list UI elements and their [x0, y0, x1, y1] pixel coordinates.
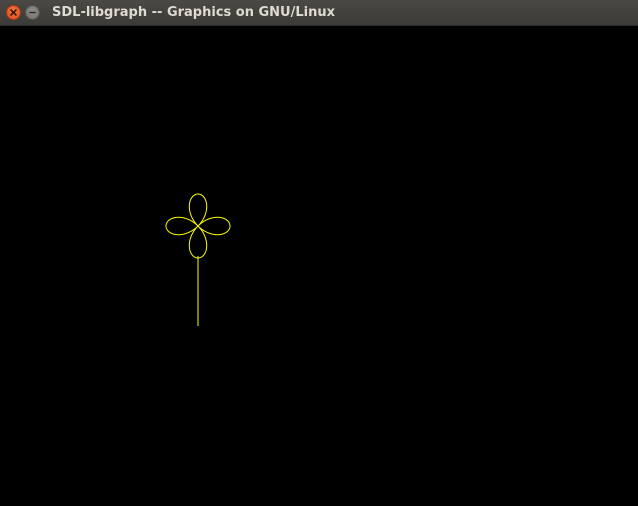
- title-bar[interactable]: SDL-libgraph -- Graphics on GNU/Linux: [0, 0, 638, 26]
- clover-flower: [165, 193, 231, 259]
- minimize-icon: [29, 11, 36, 14]
- app-window: SDL-libgraph -- Graphics on GNU/Linux: [0, 0, 638, 506]
- window-title: SDL-libgraph -- Graphics on GNU/Linux: [52, 5, 335, 20]
- graphics-canvas: [0, 26, 638, 506]
- minimize-button[interactable]: [25, 5, 40, 20]
- close-icon: [10, 9, 17, 16]
- drawing-surface: [165, 193, 231, 326]
- close-button[interactable]: [6, 5, 21, 20]
